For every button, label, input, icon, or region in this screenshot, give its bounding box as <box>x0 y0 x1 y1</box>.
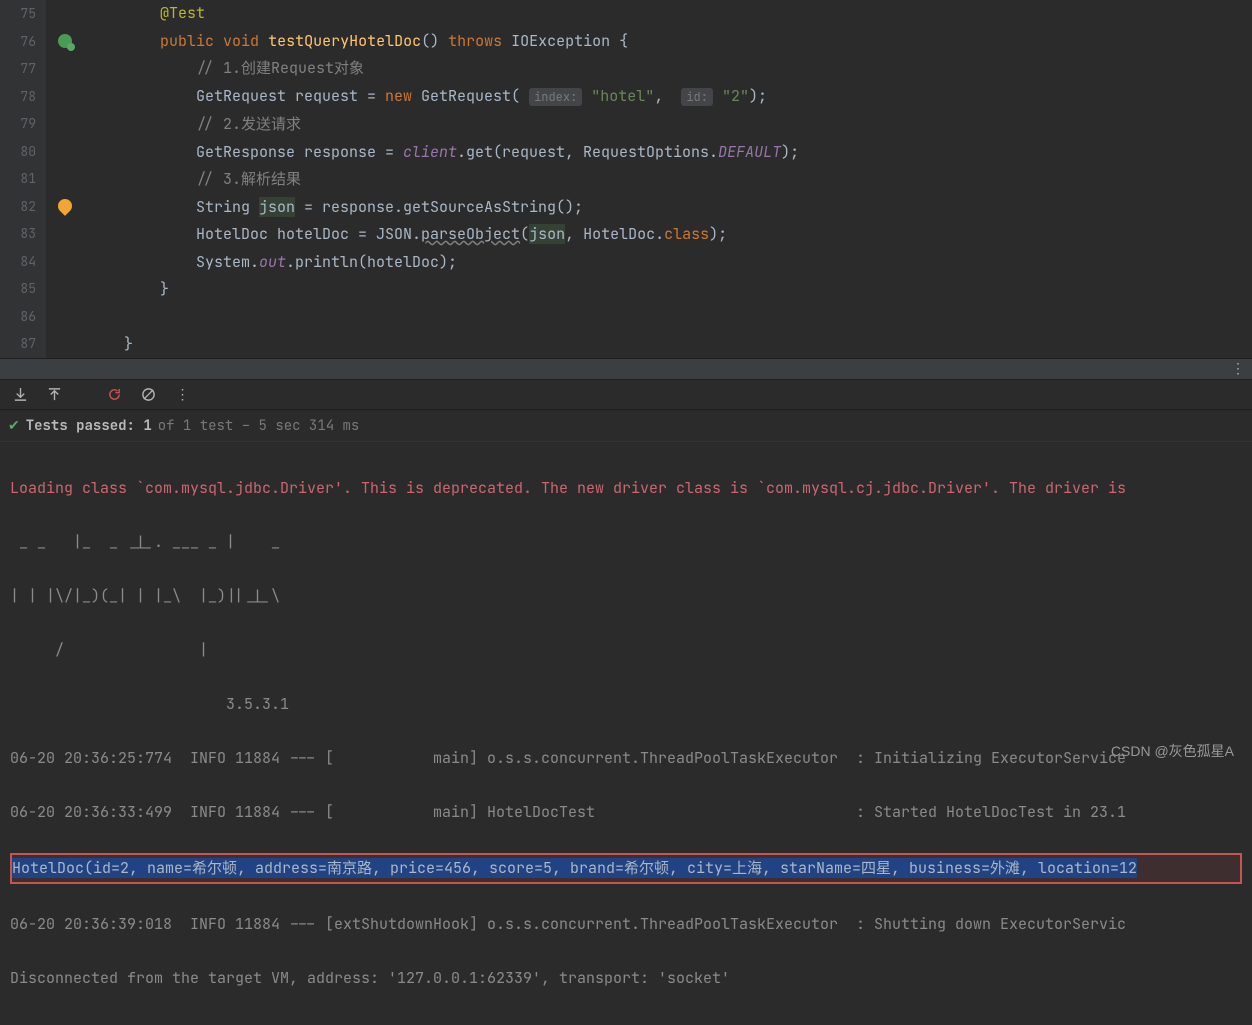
annotation-test: @Test <box>160 3 205 23</box>
console-line: 06-20 20:36:39:018 INFO 11884 --- [extSh… <box>10 911 1242 938</box>
line-number: 85 <box>0 275 36 303</box>
panel-divider[interactable]: ⋮ <box>0 358 1252 380</box>
code-line-76: public void testQueryHotelDoc() throws I… <box>88 28 1252 56</box>
upload-icon[interactable] <box>46 387 62 403</box>
code-line-82: String json = response.getSourceAsString… <box>88 194 1252 222</box>
editor-area: 75 76 77 78 79 80 81 82 83 84 85 86 87 @… <box>0 0 1252 358</box>
more-options-icon[interactable]: ⋮ <box>1231 360 1244 378</box>
line-number: 87 <box>0 330 36 358</box>
line-number: 78 <box>0 83 36 111</box>
console-output[interactable]: Loading class `com.mysql.jdbc.Driver'. T… <box>0 442 1252 1025</box>
watermark: CSDN @灰色孤星A <box>1111 741 1234 761</box>
line-number: 82 <box>0 193 36 221</box>
console-line: | | |\/|_)(_| | |_\ |_)||_|_\ <box>10 583 1242 610</box>
tests-passed-label: Tests passed: 1 <box>26 417 152 435</box>
code-line-81: // 3.解析结果 <box>88 166 1252 194</box>
tests-detail: of 1 test – 5 sec 314 ms <box>158 417 360 435</box>
test-toolbar: ⋮ <box>0 380 1252 410</box>
test-status-bar: ✔ Tests passed: 1 of 1 test – 5 sec 314 … <box>0 410 1252 442</box>
rerun-icon[interactable] <box>106 387 122 403</box>
more-icon[interactable]: ⋮ <box>174 387 190 403</box>
line-number: 76 <box>0 28 36 56</box>
console-line: 06-20 20:36:25:774 INFO 11884 --- [ main… <box>10 745 1242 772</box>
code-line-87: } <box>88 331 1252 359</box>
code-line-79: // 2.发送请求 <box>88 111 1252 139</box>
console-line: / | <box>10 637 1242 664</box>
variable-json: json <box>259 197 295 217</box>
code-line-86 <box>88 304 1252 332</box>
console-line: Loading class `com.mysql.jdbc.Driver'. T… <box>10 475 1242 502</box>
code-area[interactable]: @Test public void testQueryHotelDoc() th… <box>46 0 1252 358</box>
code-line-83: HotelDoc hotelDoc = JSON.parseObject(jso… <box>88 221 1252 249</box>
gutter: 75 76 77 78 79 80 81 82 83 84 85 86 87 <box>0 0 46 358</box>
highlighted-output: HotelDoc(id=2, name=希尔顿, address=南京路, pr… <box>10 853 1242 884</box>
download-icon[interactable] <box>12 387 28 403</box>
line-number: 75 <box>0 0 36 28</box>
console-line: 3.5.3.1 <box>10 691 1242 718</box>
line-number: 81 <box>0 165 36 193</box>
code-line-77: // 1.创建Request对象 <box>88 55 1252 83</box>
line-number: 77 <box>0 55 36 83</box>
param-hint-id: id: <box>681 88 713 106</box>
code-line-80: GetResponse response = client.get(reques… <box>88 139 1252 167</box>
line-number: 84 <box>0 248 36 276</box>
line-number: 86 <box>0 303 36 331</box>
console-line: _ _ |_ _ _|_. ___ _ | _ <box>10 529 1242 556</box>
console-line: Disconnected from the target VM, address… <box>10 965 1242 992</box>
code-line-78: GetRequest request = new GetRequest( ind… <box>88 83 1252 112</box>
line-number: 83 <box>0 220 36 248</box>
param-hint-index: index: <box>529 88 582 106</box>
code-line-85: } <box>88 276 1252 304</box>
check-icon: ✔ <box>8 417 20 435</box>
console-line: 06-20 20:36:33:499 INFO 11884 --- [ main… <box>10 799 1242 826</box>
code-line-75: @Test <box>88 0 1252 28</box>
disabled-icon[interactable] <box>140 387 156 403</box>
code-line-84: System.out.println(hotelDoc); <box>88 249 1252 277</box>
line-number: 80 <box>0 138 36 166</box>
line-number: 79 <box>0 110 36 138</box>
